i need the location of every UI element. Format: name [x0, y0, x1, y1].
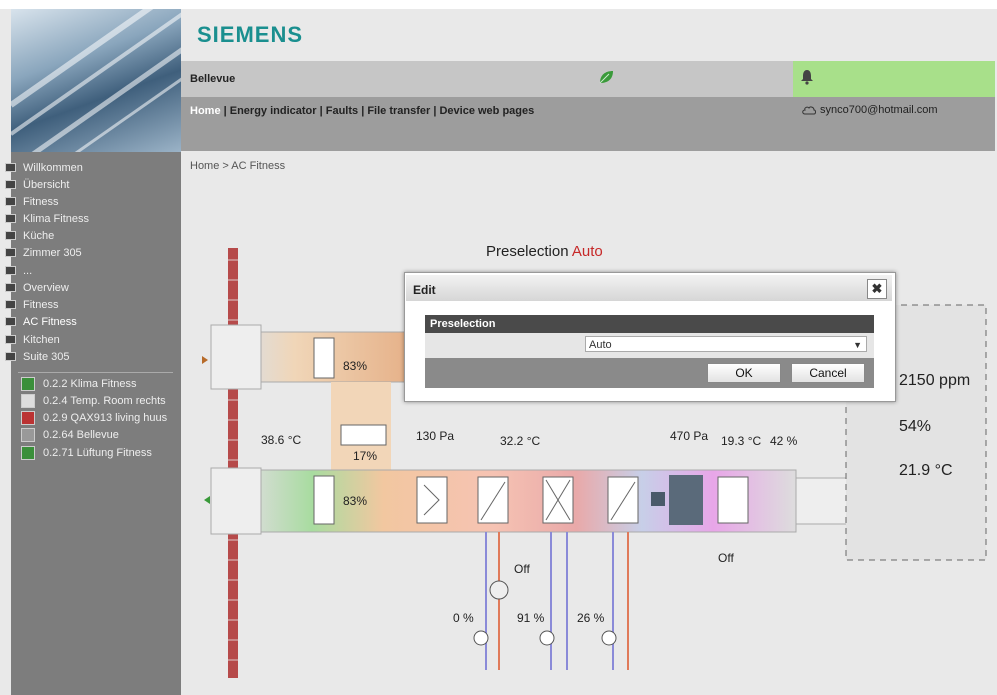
image-icon [5, 335, 16, 344]
room-temperature[interactable]: 21.9 °C [899, 462, 953, 480]
sidebar-item-label: Klima Fitness [23, 213, 90, 225]
device-icon [21, 377, 35, 391]
image-icon [5, 163, 16, 172]
image-icon [5, 231, 16, 240]
device-label: 0.2.71 Lüftung Fitness [43, 447, 152, 459]
user-account[interactable]: synco700@hotmail.com [801, 104, 938, 116]
device-label: 0.2.4 Temp. Room rechts [43, 395, 166, 407]
sidebar-item-klima-fitness[interactable]: Klima Fitness [5, 212, 90, 226]
image-icon [5, 317, 16, 326]
plant-name[interactable]: Bellevue [190, 73, 235, 85]
supply-humidity[interactable]: 42 % [770, 434, 797, 448]
sidebar-item-suite-305[interactable]: Suite 305 [5, 350, 70, 364]
recirc-damper-position[interactable]: 17% [353, 449, 377, 463]
sidebar-item-label: Suite 305 [23, 351, 70, 363]
fan-pressure[interactable]: 470 Pa [670, 429, 708, 443]
image-icon [5, 180, 16, 189]
image-icon [5, 197, 16, 206]
device-icon [21, 446, 35, 460]
header-banner-image [11, 9, 181, 152]
humidifier-state[interactable]: Off [718, 551, 734, 565]
image-icon [5, 214, 16, 223]
room-co2[interactable]: 2150 ppm [899, 372, 970, 390]
outside-temperature[interactable]: 38.6 °C [261, 433, 301, 447]
ok-button[interactable]: OK [707, 363, 781, 383]
device-item-klima-fitness[interactable]: 0.2.2 Klima Fitness [21, 377, 137, 391]
sidebar-item-label: Kitchen [23, 334, 60, 346]
sidebar-item-label: ... [23, 265, 33, 277]
exhaust-damper-position[interactable]: 83% [343, 359, 367, 373]
sidebar-divider [18, 372, 173, 373]
sidebar-item-ac-fitness[interactable]: AC Fitness [5, 315, 77, 329]
valve-reheat-position[interactable]: 26 % [577, 611, 604, 625]
device-item-qax913[interactable]: 0.2.9 QAX913 living huus [21, 411, 168, 425]
cancel-button[interactable]: Cancel [791, 363, 865, 383]
sidebar-item-uebersicht[interactable]: Übersicht [5, 178, 70, 192]
valve-heating-position[interactable]: 0 % [453, 611, 474, 625]
sidebar-item-kueche[interactable]: Küche [5, 229, 55, 243]
sidebar-item-zimmer-305[interactable]: Zimmer 305 [5, 246, 82, 260]
outdoor-damper-position[interactable]: 83% [343, 494, 367, 508]
dialog-title: Edit [413, 283, 436, 297]
breadcrumb[interactable]: Home > AC Fitness [190, 160, 285, 172]
bell-icon[interactable] [800, 69, 814, 88]
sidebar-item-label: Willkommen [23, 162, 83, 174]
sidebar-item-overview[interactable]: Overview [5, 281, 69, 295]
preheat-temperature[interactable]: 32.2 °C [500, 434, 540, 448]
preselection-select[interactable]: Auto ▼ [585, 336, 867, 352]
device-label: 0.2.2 Klima Fitness [43, 378, 137, 390]
dialog-titlebar[interactable] [406, 275, 892, 301]
sidebar-item-label: Küche [23, 230, 55, 242]
sidebar-item-more[interactable]: ... [5, 264, 33, 278]
cloud-icon [802, 106, 816, 115]
device-label: 0.2.9 QAX913 living huus [43, 412, 168, 424]
main-nav: Home | Energy indicator | Faults | File … [190, 105, 534, 117]
dialog-section-label: Preselection [430, 318, 496, 330]
sidebar-item-label: AC Fitness [23, 316, 77, 328]
select-value: Auto [589, 339, 612, 351]
valve-cooling-position[interactable]: 91 % [517, 611, 544, 625]
sidebar-item-kitchen[interactable]: Kitchen [5, 333, 60, 347]
siemens-logo[interactable]: SIEMENS [197, 22, 303, 48]
sidebar-item-label: Overview [23, 282, 69, 294]
supply-temperature[interactable]: 19.3 °C [721, 434, 761, 448]
device-icon [21, 394, 35, 408]
room-humidity[interactable]: 54% [899, 418, 931, 436]
sidebar-item-label: Zimmer 305 [23, 247, 82, 259]
device-item-bellevue[interactable]: 0.2.64 Bellevue [21, 428, 119, 442]
device-icon [21, 428, 35, 442]
sidebar-item-willkommen[interactable]: Willkommen [5, 161, 83, 175]
pump-state[interactable]: Off [514, 562, 530, 576]
nav-home-link[interactable]: Home [190, 105, 221, 117]
alarm-bar[interactable] [793, 61, 995, 97]
dropdown-arrow-icon: ▼ [853, 340, 862, 350]
leaf-icon[interactable] [597, 68, 615, 89]
sidebar-item-fitness[interactable]: Fitness [5, 195, 59, 209]
device-label: 0.2.64 Bellevue [43, 429, 119, 441]
filter-pressure[interactable]: 130 Pa [416, 429, 454, 443]
device-item-temp-room[interactable]: 0.2.4 Temp. Room rechts [21, 394, 166, 408]
sidebar-item-fitness-2[interactable]: Fitness [5, 298, 59, 312]
sidebar-item-label: Übersicht [23, 179, 70, 191]
sidebar-item-label: Fitness [23, 196, 59, 208]
nav-links[interactable]: | Energy indicator | Faults | File trans… [221, 105, 535, 117]
device-icon [21, 411, 35, 425]
top-strip [0, 0, 997, 9]
sidebar-item-label: Fitness [23, 299, 59, 311]
plant-bar [181, 61, 793, 97]
user-email: synco700@hotmail.com [820, 104, 938, 116]
device-item-lueftung[interactable]: 0.2.71 Lüftung Fitness [21, 446, 152, 460]
image-icon [5, 283, 16, 292]
image-icon [5, 266, 16, 275]
image-icon [5, 300, 16, 309]
image-icon [5, 352, 16, 361]
close-icon[interactable]: ✖ [867, 279, 887, 299]
logo-area [181, 9, 995, 61]
image-icon [5, 248, 16, 257]
